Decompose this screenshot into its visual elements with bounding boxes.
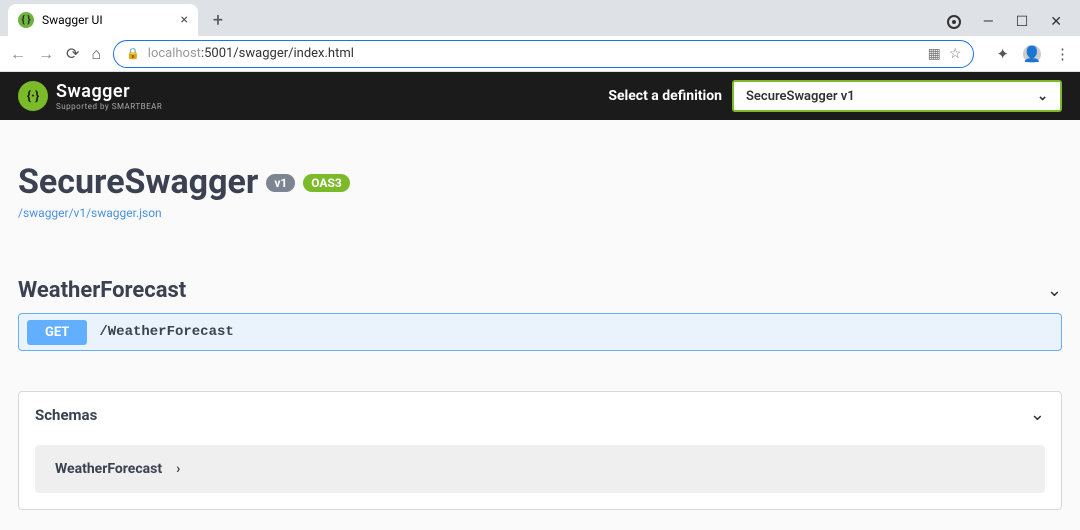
- star-icon[interactable]: ☆: [949, 46, 962, 62]
- spec-link[interactable]: /swagger/v1/swagger.json: [18, 206, 1062, 220]
- forward-button[interactable]: →: [38, 44, 54, 64]
- schemas-section: Schemas ⌄ WeatherForecast ›: [18, 391, 1062, 510]
- brand-subtitle: Supported by SMARTBEAR: [56, 102, 162, 111]
- schemas-title: Schemas: [35, 406, 97, 424]
- account-status-icon[interactable]: [947, 15, 961, 29]
- brand-name: Swagger: [56, 81, 162, 102]
- close-tab-icon[interactable]: ×: [181, 12, 188, 28]
- tab-title: Swagger UI: [42, 13, 103, 27]
- lock-icon: 🔒: [126, 47, 140, 60]
- swagger-logo-text: Swagger Supported by SMARTBEAR: [56, 81, 162, 111]
- endpoint-path: /WeatherForecast: [99, 324, 233, 340]
- oas-badge: OAS3: [303, 174, 350, 192]
- schema-name: WeatherForecast: [55, 461, 162, 477]
- url-path: :5001/swagger/index.html: [201, 46, 354, 61]
- browser-toolbar: ← → ⟳ ⌂ 🔒 localhost:5001/swagger/index.h…: [0, 36, 1080, 72]
- chevron-down-icon: ⌄: [1047, 280, 1062, 301]
- close-window-button[interactable]: ✕: [1050, 14, 1062, 30]
- window-controls: — ☐ ✕: [947, 14, 1080, 36]
- http-method-badge: GET: [27, 320, 87, 345]
- definition-selected-value: SecureSwagger v1: [746, 89, 855, 104]
- url-host: localhost: [148, 46, 201, 61]
- swagger-content: SecureSwagger v1 OAS3 /swagger/v1/swagge…: [0, 120, 1080, 530]
- reload-button[interactable]: ⟳: [66, 44, 79, 63]
- url-text: localhost:5001/swagger/index.html: [148, 46, 354, 61]
- api-title: SecureSwagger: [18, 162, 258, 202]
- chevron-down-icon: ⌄: [1030, 404, 1045, 425]
- chevron-right-icon: ›: [176, 461, 180, 477]
- endpoint-row[interactable]: GET /WeatherForecast: [18, 313, 1062, 351]
- home-button[interactable]: ⌂: [91, 44, 101, 64]
- menu-icon[interactable]: ⋮: [1055, 45, 1070, 63]
- tag-name: WeatherForecast: [18, 278, 186, 303]
- definition-label: Select a definition: [608, 88, 722, 104]
- back-button[interactable]: ←: [10, 44, 26, 64]
- maximize-button[interactable]: ☐: [1016, 14, 1029, 30]
- swagger-logo: {·} Swagger Supported by SMARTBEAR: [18, 81, 162, 111]
- tag-header[interactable]: WeatherForecast ⌄: [18, 278, 1062, 303]
- schema-item[interactable]: WeatherForecast ›: [35, 445, 1045, 493]
- browser-titlebar: { } Swagger UI × + — ☐ ✕: [0, 0, 1080, 36]
- swagger-topbar: {·} Swagger Supported by SMARTBEAR Selec…: [0, 72, 1080, 120]
- qr-icon[interactable]: ▦: [928, 46, 941, 62]
- swagger-favicon-icon: { }: [18, 12, 34, 28]
- browser-tab[interactable]: { } Swagger UI ×: [8, 4, 198, 36]
- definition-selector-section: Select a definition SecureSwagger v1 ⌄: [608, 80, 1062, 112]
- definition-select[interactable]: SecureSwagger v1 ⌄: [732, 80, 1062, 112]
- chevron-down-icon: ⌄: [1037, 89, 1048, 104]
- profile-avatar-icon[interactable]: 👤: [1023, 45, 1041, 63]
- version-badge: v1: [266, 174, 295, 192]
- minimize-button[interactable]: —: [983, 14, 994, 30]
- swagger-logo-icon: {·}: [18, 81, 48, 111]
- toolbar-right: ✦ 👤 ⋮: [996, 45, 1070, 63]
- schemas-header[interactable]: Schemas ⌄: [19, 392, 1061, 437]
- extensions-icon[interactable]: ✦: [996, 45, 1009, 63]
- address-bar[interactable]: 🔒 localhost:5001/swagger/index.html ▦ ☆: [113, 40, 974, 68]
- new-tab-button[interactable]: +: [204, 6, 232, 34]
- api-title-row: SecureSwagger v1 OAS3: [18, 162, 1062, 202]
